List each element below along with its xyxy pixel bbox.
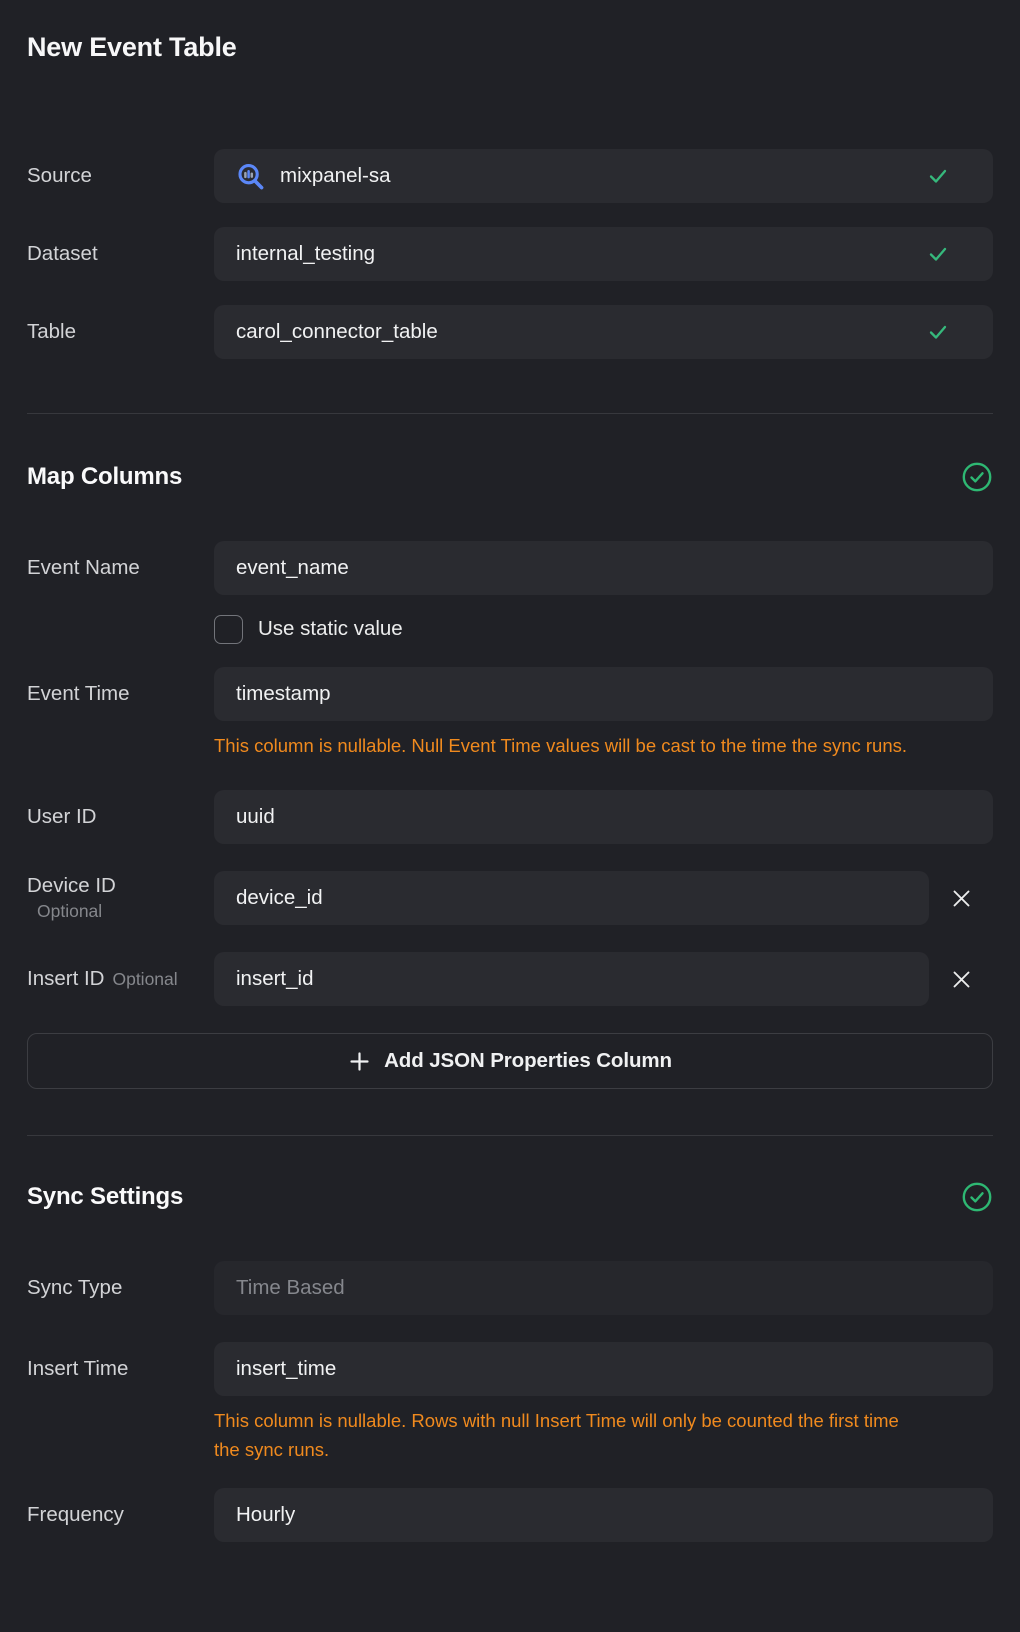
insert-id-optional-label: Optional xyxy=(104,967,177,991)
table-value: carol_connector_table xyxy=(236,320,438,344)
use-static-value-row: Use static value xyxy=(214,613,993,645)
user-id-label: User ID xyxy=(27,804,214,830)
source-select[interactable]: mixpanel-sa xyxy=(214,149,993,203)
frequency-value: Hourly xyxy=(236,1503,295,1527)
dataset-select[interactable]: internal_testing xyxy=(214,227,993,281)
event-name-label: Event Name xyxy=(27,555,214,581)
event-time-select[interactable]: timestamp xyxy=(214,667,993,721)
device-id-label: Device ID xyxy=(27,873,214,899)
sync-type-row: Sync Type Time Based xyxy=(27,1261,993,1315)
table-row: Table carol_connector_table xyxy=(27,305,993,359)
user-id-row: User ID uuid xyxy=(27,790,993,844)
divider xyxy=(27,413,993,414)
check-icon xyxy=(927,321,949,343)
event-time-value: timestamp xyxy=(236,682,331,706)
insert-id-select[interactable]: insert_id xyxy=(214,952,929,1006)
use-static-value-checkbox[interactable] xyxy=(214,615,243,644)
frequency-row: Frequency Hourly xyxy=(27,1488,993,1542)
table-label: Table xyxy=(27,319,214,345)
dataset-label: Dataset xyxy=(27,241,214,267)
remove-device-id-button[interactable] xyxy=(929,871,993,925)
map-columns-heading: Map Columns xyxy=(27,463,182,491)
insert-time-select[interactable]: insert_time xyxy=(214,1342,993,1396)
circle-check-icon xyxy=(961,1181,993,1213)
divider xyxy=(27,1135,993,1136)
source-label: Source xyxy=(27,163,214,189)
new-event-table-form: New Event Table Source mixpanel-sa xyxy=(0,32,1020,1542)
user-id-value: uuid xyxy=(236,805,275,829)
frequency-select[interactable]: Hourly xyxy=(214,1488,993,1542)
sync-settings-header: Sync Settings xyxy=(27,1181,993,1213)
device-id-optional-label: Optional xyxy=(27,899,214,923)
insert-id-label: Insert ID xyxy=(27,966,104,992)
event-name-value: event_name xyxy=(236,556,349,580)
close-icon xyxy=(950,968,973,991)
device-id-select[interactable]: device_id xyxy=(214,871,929,925)
frequency-label: Frequency xyxy=(27,1502,214,1528)
dataset-value: internal_testing xyxy=(236,242,375,266)
add-json-properties-column-button[interactable]: Add JSON Properties Column xyxy=(27,1033,993,1089)
source-row: Source mixpanel-sa xyxy=(27,149,993,203)
circle-check-icon xyxy=(961,461,993,493)
add-json-properties-column-label: Add JSON Properties Column xyxy=(384,1049,672,1073)
sync-type-label: Sync Type xyxy=(27,1275,214,1301)
user-id-select[interactable]: uuid xyxy=(214,790,993,844)
device-id-row: Device ID Optional device_id xyxy=(27,871,993,925)
event-name-row: Event Name event_name xyxy=(27,541,993,595)
insert-time-nullable-warning: This column is nullable. Rows with null … xyxy=(214,1406,926,1464)
use-static-value-label: Use static value xyxy=(258,617,403,641)
event-name-select[interactable]: event_name xyxy=(214,541,993,595)
insert-time-value: insert_time xyxy=(236,1357,336,1381)
close-icon xyxy=(950,887,973,910)
sync-type-select: Time Based xyxy=(214,1261,993,1315)
check-icon xyxy=(927,243,949,265)
insert-time-label: Insert Time xyxy=(27,1356,214,1382)
event-time-nullable-warning: This column is nullable. Null Event Time… xyxy=(214,731,926,760)
dataset-row: Dataset internal_testing xyxy=(27,227,993,281)
device-id-value: device_id xyxy=(236,886,323,910)
map-columns-header: Map Columns xyxy=(27,461,993,493)
sync-settings-heading: Sync Settings xyxy=(27,1183,183,1211)
event-time-label: Event Time xyxy=(27,681,214,707)
table-select[interactable]: carol_connector_table xyxy=(214,305,993,359)
insert-id-row: Insert ID Optional insert_id xyxy=(27,952,993,1006)
plus-icon xyxy=(348,1050,371,1073)
check-icon xyxy=(927,165,949,187)
source-value: mixpanel-sa xyxy=(280,164,391,188)
search-chart-icon xyxy=(236,162,265,191)
page-title: New Event Table xyxy=(27,32,993,63)
sync-type-value: Time Based xyxy=(236,1276,345,1300)
insert-id-value: insert_id xyxy=(236,967,314,991)
remove-insert-id-button[interactable] xyxy=(929,952,993,1006)
insert-time-row: Insert Time insert_time xyxy=(27,1342,993,1396)
event-time-row: Event Time timestamp xyxy=(27,667,993,721)
